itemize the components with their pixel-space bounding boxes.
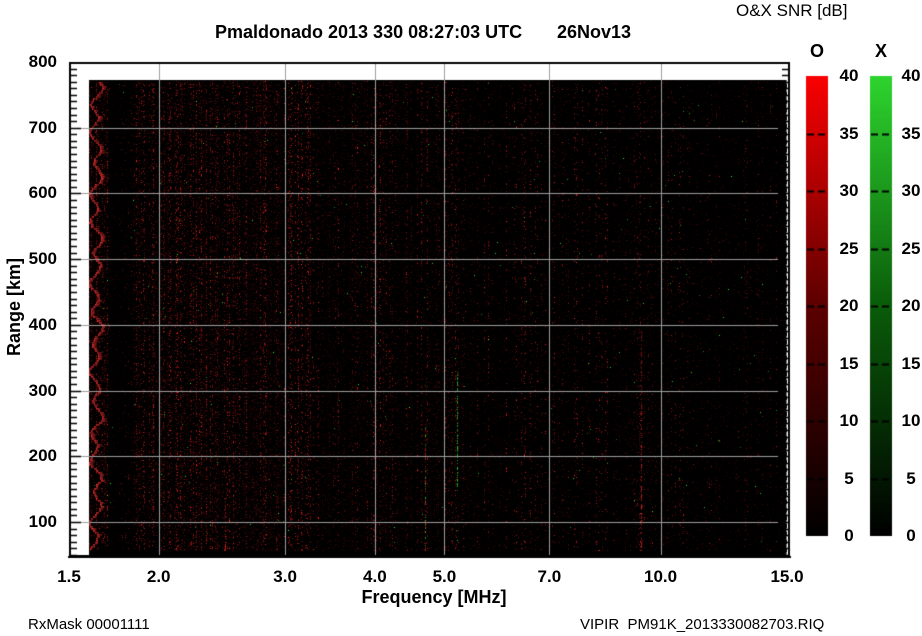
otick-label: 15 xyxy=(836,354,862,374)
xcbtick-label: 10 xyxy=(898,411,922,431)
ytick-label: 600 xyxy=(13,183,57,203)
ytick-label: 500 xyxy=(13,249,57,269)
ytick-label: 200 xyxy=(13,446,57,466)
ytick-label: 400 xyxy=(13,315,57,335)
xcbtick-label: 30 xyxy=(898,181,922,201)
ytick-label: 300 xyxy=(13,381,57,401)
xtick-label: 7.0 xyxy=(527,567,571,587)
xcbtick-label: 40 xyxy=(898,66,922,86)
source-file-name: VIPIR PM91K_2013330082703.RIQ xyxy=(580,616,824,633)
xcbtick-label: 0 xyxy=(898,526,922,546)
colorbar-o-header: O xyxy=(802,41,832,62)
plot-title-date: 26Nov13 xyxy=(557,22,631,43)
xtick-label: 1.5 xyxy=(47,567,91,587)
otick-label: 35 xyxy=(836,124,862,144)
y-axis-title: Range [km] xyxy=(4,258,25,356)
colorbar-x-header: X xyxy=(866,41,896,62)
xtick-label: 5.0 xyxy=(422,567,466,587)
otick-label: 20 xyxy=(836,296,862,316)
plot-title: Pmaldonado 2013 330 08:27:03 UTC xyxy=(215,22,522,43)
x-axis-title: Frequency [MHz] xyxy=(334,587,534,608)
otick-label: 25 xyxy=(836,239,862,259)
rxmask-status: RxMask 00001111 xyxy=(28,616,150,633)
xtick-label: 10.0 xyxy=(639,567,683,587)
otick-label: 0 xyxy=(836,526,862,546)
ionogram-plot-canvas xyxy=(0,0,922,636)
ionogram-window: Pmaldonado 2013 330 08:27:03 UTC 26Nov13… xyxy=(0,0,922,636)
xtick-label: 4.0 xyxy=(353,567,397,587)
xtick-label: 2.0 xyxy=(137,567,181,587)
xtick-label: 3.0 xyxy=(263,567,307,587)
otick-label: 5 xyxy=(836,469,862,489)
xtick-label: 15.0 xyxy=(765,567,809,587)
ytick-label: 700 xyxy=(13,118,57,138)
xcbtick-label: 5 xyxy=(898,469,922,489)
otick-label: 40 xyxy=(836,66,862,86)
xcbtick-label: 20 xyxy=(898,296,922,316)
ytick-label: 100 xyxy=(13,512,57,532)
xcbtick-label: 25 xyxy=(898,239,922,259)
xcbtick-label: 15 xyxy=(898,354,922,374)
otick-label: 10 xyxy=(836,411,862,431)
colorbar-title: O&X SNR [dB] xyxy=(736,1,847,21)
ytick-label: 800 xyxy=(13,52,57,72)
xcbtick-label: 35 xyxy=(898,124,922,144)
otick-label: 30 xyxy=(836,181,862,201)
